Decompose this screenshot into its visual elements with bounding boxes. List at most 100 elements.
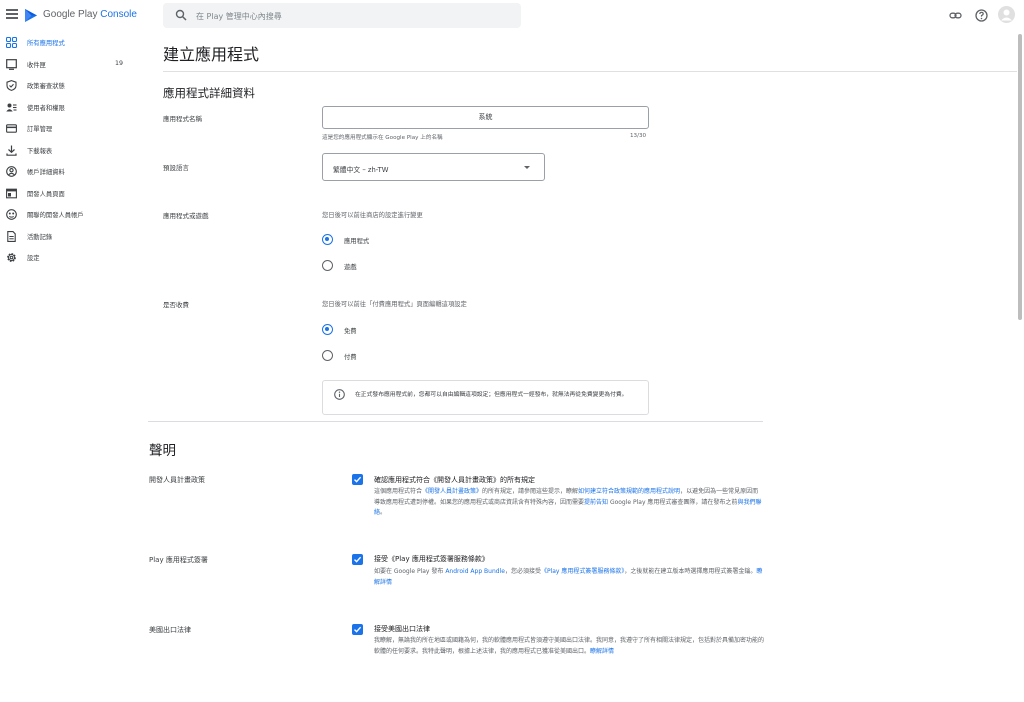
policy-compliant-apps-link[interactable]: 如何建立符合政策規範的應用程式說明: [578, 488, 680, 495]
app-or-game-hint: 您日後可以前往商店的設定進行變更: [322, 212, 423, 219]
android-app-bundle-link[interactable]: Android App Bundle: [445, 568, 505, 575]
declaration-text: ，您必須接受: [504, 568, 541, 575]
declaration-label-developer-policy: 開發人員計畫政策: [149, 476, 205, 484]
credit-card-icon: [6, 124, 17, 133]
declarations-title: 聲明: [149, 443, 176, 459]
sidebar-item-label: 所有應用程式: [27, 40, 65, 47]
account-circle-icon: [6, 166, 17, 177]
default-language-label: 預設語言: [163, 164, 189, 172]
sidebar-item-label: 收件匣: [27, 61, 46, 69]
brand-name[interactable]: Google Play Console: [43, 9, 137, 20]
shield-check-icon: [6, 80, 17, 91]
sidebar-item-activity-log[interactable]: 活動記錄: [0, 226, 140, 248]
info-notice-text: 在正式發布應用程式前，您都可以自由編輯這項設定；但應用程式一經發布，就無法再從免…: [355, 392, 628, 398]
declaration-text: Google Play 應用程式審查團隊，請在發布之前: [608, 498, 738, 506]
sidebar-nav: 所有應用程式 收件匣 19 政策審查狀態 使用者和權限 訂單管理 下載報表 帳戶…: [0, 32, 140, 269]
declaration-heading-play-app-signing: 接受《Play 應用程式簽署服務條款》: [374, 555, 489, 563]
declaration-label-us-export-laws: 美國出口法律: [149, 626, 191, 634]
chevron-down-icon: [524, 166, 530, 169]
sidebar-item-label: 帳戶詳細資料: [27, 169, 65, 176]
declaration-text: 如要在 Google Play 發布: [374, 568, 446, 575]
developer-policy-link[interactable]: 《開發人員計畫政策》: [422, 488, 482, 495]
app-name-hint: 這是您的應用程式顯示在 Google Play 上的名稱: [322, 135, 443, 141]
sidebar-item-policy-status[interactable]: 政策審查狀態: [0, 75, 140, 97]
declaration-body-us-export-laws: 我瞭解，無論我的所在地區或國籍為何，我的軟體應用程式皆須遵守美國出口法律。我同意…: [374, 636, 764, 657]
search-placeholder: 在 Play 管理中心內搜尋: [196, 12, 282, 21]
declaration-body-developer-policy: 這個應用程式符合《開發人員計畫政策》的所有規定，請參閱這些提示，瞭解如何建立符合…: [374, 487, 764, 519]
link-icon[interactable]: [949, 9, 962, 22]
default-language-value: 繁體中文 – zh-TW: [333, 166, 389, 174]
radio-free[interactable]: [322, 324, 333, 335]
sidebar-item-settings[interactable]: 設定: [0, 247, 140, 269]
sidebar-item-all-apps[interactable]: 所有應用程式: [0, 32, 140, 54]
declaration-label-play-app-signing: Play 應用程式簽署: [149, 556, 208, 564]
declaration-text: ，之後就能在建立版本時選擇應用程式簽署金鑰。: [624, 568, 757, 575]
sidebar-item-order-management[interactable]: 訂單管理: [0, 118, 140, 140]
sidebar-item-label: 政策審查狀態: [27, 83, 65, 90]
sidebar-item-download-reports[interactable]: 下載報表: [0, 140, 140, 162]
check-icon: [354, 626, 362, 633]
free-or-paid-label: 是否收費: [163, 301, 189, 309]
radio-paid[interactable]: [322, 350, 333, 361]
app-or-game-label: 應用程式或遊戲: [163, 212, 209, 220]
play-app-signing-terms-link[interactable]: 《Play 應用程式簽署服務條款》: [541, 568, 624, 575]
sidebar-item-label: 使用者和權限: [27, 104, 65, 112]
declaration-heading-us-export-laws: 接受美國出口法律: [374, 625, 430, 633]
sidebar-item-label: 訂單管理: [27, 126, 53, 133]
page-title: 建立應用程式: [163, 45, 260, 64]
search-icon: [175, 9, 187, 21]
section-title-app-details: 應用程式詳細資料: [163, 86, 255, 100]
advance-notice-link[interactable]: 提前告知: [584, 499, 608, 506]
radio-free-label: 免費: [344, 328, 357, 335]
free-or-paid-hint: 您日後可以前往「付費應用程式」頁面編輯這項設定: [322, 301, 467, 308]
sidebar-item-label: 下載報表: [27, 147, 53, 155]
checkbox-play-app-signing[interactable]: [352, 554, 363, 565]
linked-accounts-icon: [6, 209, 17, 220]
info-notice: 在正式發布應用程式前，您都可以自由編輯這項設定；但應用程式一經發布，就無法再從免…: [322, 380, 649, 415]
radio-paid-label: 付費: [344, 354, 357, 361]
checkbox-us-export-laws[interactable]: [352, 624, 363, 635]
avatar[interactable]: [998, 6, 1015, 23]
brand-console: Console: [100, 9, 137, 20]
apps-grid-icon: [6, 37, 17, 48]
learn-more-link[interactable]: 瞭解詳情: [590, 648, 614, 655]
sidebar-item-label: 設定: [27, 255, 40, 262]
declaration-heading-developer-policy: 確認應用程式符合《開發人員計畫政策》的所有規定: [374, 476, 535, 484]
sidebar-item-label: 開發人員頁面: [27, 190, 65, 198]
checkbox-developer-policy[interactable]: [352, 474, 363, 485]
sidebar-item-developer-page[interactable]: 開發人員頁面: [0, 183, 140, 205]
inbox-count-badge: 19: [115, 59, 124, 67]
sidebar-item-linked-accounts[interactable]: 關聯的開發人員帳戶: [0, 204, 140, 226]
declaration-text: 。: [380, 509, 387, 516]
web-page-icon: [6, 188, 17, 198]
declaration-text: 的所有規定，請參閱這些提示，瞭解: [482, 488, 579, 495]
default-language-select[interactable]: 繁體中文 – zh-TW: [322, 153, 545, 181]
radio-app[interactable]: [322, 234, 333, 245]
title-divider: [163, 71, 1017, 72]
declaration-body-play-app-signing: 如要在 Google Play 發布 Android App Bundle，您必…: [374, 567, 764, 588]
play-console-logo-icon[interactable]: [24, 8, 38, 23]
sidebar-item-label: 關聯的開發人員帳戶: [27, 212, 84, 219]
app-name-label: 應用程式名稱: [163, 115, 202, 123]
inbox-icon: [6, 58, 17, 70]
settings-gear-icon: [7, 253, 16, 262]
radio-app-label: 應用程式: [344, 238, 370, 245]
check-icon: [354, 476, 362, 483]
document-icon: [7, 230, 16, 242]
download-icon: [6, 145, 17, 156]
sidebar-item-users-permissions[interactable]: 使用者和權限: [0, 97, 140, 119]
sidebar-item-account-details[interactable]: 帳戶詳細資料: [0, 161, 140, 183]
sidebar-item-label: 活動記錄: [27, 233, 53, 241]
sidebar-item-inbox[interactable]: 收件匣 19: [0, 54, 140, 76]
people-icon: [6, 103, 17, 111]
top-app-bar: Google Play Console 在 Play 管理中心內搜尋: [0, 0, 1024, 32]
radio-game[interactable]: [322, 260, 333, 271]
app-name-input[interactable]: 系統: [322, 106, 649, 129]
brand-google-play: Google Play: [43, 9, 98, 20]
help-icon[interactable]: [975, 9, 988, 22]
app-name-char-counter: 13/30: [630, 133, 647, 139]
search-input[interactable]: 在 Play 管理中心內搜尋: [163, 3, 521, 28]
menu-icon[interactable]: [6, 9, 18, 19]
scrollbar[interactable]: [1018, 34, 1022, 320]
declaration-text: 我瞭解，無論我的所在地區或國籍為何，我的軟體應用程式皆須遵守美國出口法律。我同意…: [374, 637, 765, 655]
